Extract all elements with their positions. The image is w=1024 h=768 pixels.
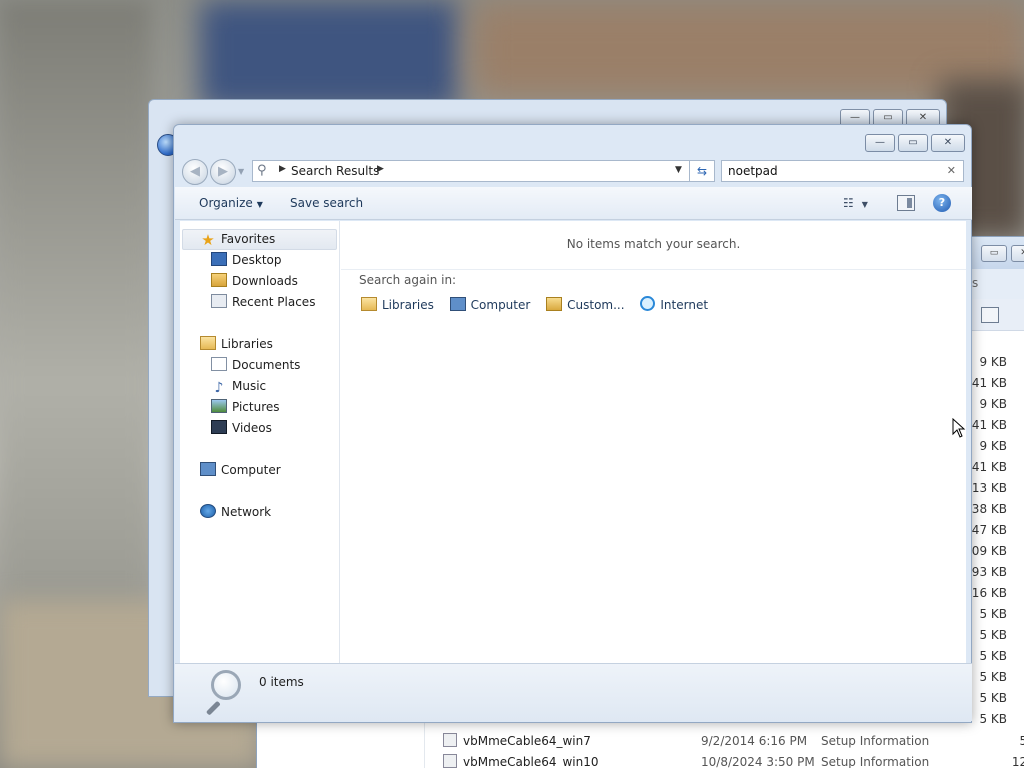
internet-explorer-icon xyxy=(640,296,656,311)
organize-button[interactable]: Organize ▼ xyxy=(199,196,263,210)
address-bar[interactable]: ⚲ ▶ Search Results ▶ ▼ xyxy=(252,160,690,182)
libraries-icon xyxy=(361,297,377,311)
search-input[interactable]: noetpad ✕ xyxy=(721,160,964,182)
search-again-computer-link[interactable]: Computer xyxy=(449,295,530,315)
command-toolbar: Organize ▼ Save search ☷ ▼ ? xyxy=(175,187,972,220)
refresh-icon[interactable]: ⇆ xyxy=(690,160,715,182)
sidebar-item-documents[interactable]: Documents xyxy=(211,355,300,376)
maximize-icon[interactable]: ▭ xyxy=(898,134,928,152)
sidebar-item-favorites[interactable]: ★ Favorites xyxy=(200,229,275,250)
breadcrumb-search-results[interactable]: Search Results xyxy=(291,164,379,178)
table-row[interactable]: vbMmeCable64_win10 10/8/2024 3:50 PM Setup… xyxy=(443,752,1024,768)
no-results-message: No items match your search. xyxy=(566,237,741,251)
background-partial-text: s xyxy=(972,276,979,290)
navigation-row: ◀ ▶ ▼ ⚲ ▶ Search Results ▶ ▼ ⇆ noetpad ✕ xyxy=(174,157,971,187)
breadcrumb-separator-icon[interactable]: ▶ xyxy=(377,164,384,174)
sidebar-item-computer[interactable]: Computer xyxy=(200,460,281,481)
computer-icon xyxy=(200,462,216,476)
minimize-icon[interactable]: — xyxy=(865,134,895,152)
custom-folder-icon xyxy=(546,297,563,311)
details-pane: 0 items xyxy=(175,663,972,721)
sidebar-item-music[interactable]: ♪ Music xyxy=(211,376,267,397)
background-preview-pane-icon[interactable] xyxy=(981,307,999,323)
recent-pages-dropdown-icon[interactable]: ▼ xyxy=(238,167,248,176)
sidebar-item-libraries[interactable]: Libraries xyxy=(200,334,273,355)
item-count: 0 items xyxy=(259,675,304,689)
music-icon: ♪ xyxy=(214,380,224,396)
window-titlebar: — ▭ ✕ xyxy=(174,125,971,157)
view-list-icon: ☷ xyxy=(843,196,854,210)
videos-icon xyxy=(211,420,227,434)
back-arrow-icon[interactable]: ◀ xyxy=(182,159,208,185)
sidebar-item-desktop[interactable]: Desktop xyxy=(211,250,282,271)
breadcrumb-separator-icon[interactable]: ▶ xyxy=(279,164,286,174)
search-again-internet-link[interactable]: Internet xyxy=(640,295,708,315)
setup-file-icon xyxy=(443,733,457,747)
help-icon[interactable]: ? xyxy=(933,194,951,212)
results-pane[interactable]: No items match your search. Search again… xyxy=(341,221,966,663)
preview-pane-icon[interactable] xyxy=(897,195,915,211)
libraries-icon xyxy=(200,336,216,350)
close-icon[interactable]: ✕ xyxy=(931,134,965,152)
sidebar-item-downloads[interactable]: Downloads xyxy=(211,271,298,292)
magnifier-icon: ⚲ xyxy=(257,163,267,178)
divider xyxy=(341,269,966,270)
pictures-icon xyxy=(211,399,227,413)
star-icon: ★ xyxy=(201,231,215,249)
search-magnifier-icon xyxy=(203,670,243,716)
sidebar-item-videos[interactable]: Videos xyxy=(211,418,272,439)
window-body: ★ Favorites Desktop Downloads Recent Plac… xyxy=(180,221,966,663)
search-again-custom-link[interactable]: Custom... xyxy=(546,295,625,315)
sidebar-item-network[interactable]: Network xyxy=(200,502,271,523)
setup-file-icon xyxy=(443,754,457,768)
search-query[interactable]: noetpad xyxy=(728,164,778,178)
documents-icon xyxy=(211,357,227,371)
navigation-pane[interactable]: ★ Favorites Desktop Downloads Recent Plac… xyxy=(180,221,340,663)
forward-arrow-icon[interactable]: ▶ xyxy=(210,159,236,185)
search-again-label: Search again in: xyxy=(359,273,457,287)
save-search-button[interactable]: Save search xyxy=(290,196,363,210)
sidebar-item-pictures[interactable]: Pictures xyxy=(211,397,280,418)
explorer-search-window[interactable]: — ▭ ✕ ◀ ▶ ▼ ⚲ ▶ Search Results ▶ ▼ ⇆ noe… xyxy=(173,124,972,723)
background-close-icon[interactable]: ✕ xyxy=(1011,245,1024,262)
downloads-folder-icon xyxy=(211,273,227,287)
chevron-down-icon: ▼ xyxy=(256,200,263,209)
search-again-locations: Libraries Computer Custom... Internet xyxy=(361,295,720,315)
recent-places-icon xyxy=(211,294,227,308)
sidebar-item-recent-places[interactable]: Recent Places xyxy=(211,292,315,313)
change-view-button[interactable]: ☷ ▼ xyxy=(843,196,868,210)
mouse-cursor-icon xyxy=(952,418,966,438)
address-dropdown-icon[interactable]: ▼ xyxy=(675,165,682,175)
clear-search-icon[interactable]: ✕ xyxy=(947,164,956,177)
background-maximize-icon[interactable]: ▭ xyxy=(981,245,1007,262)
computer-icon xyxy=(449,297,466,311)
search-again-libraries-link[interactable]: Libraries xyxy=(361,295,434,315)
desktop-icon xyxy=(211,252,227,266)
network-icon xyxy=(200,504,216,518)
table-row[interactable]: vbMmeCable64_win7 9/2/2014 6:16 PM Setup I… xyxy=(443,731,1024,752)
chevron-down-icon: ▼ xyxy=(861,200,868,209)
